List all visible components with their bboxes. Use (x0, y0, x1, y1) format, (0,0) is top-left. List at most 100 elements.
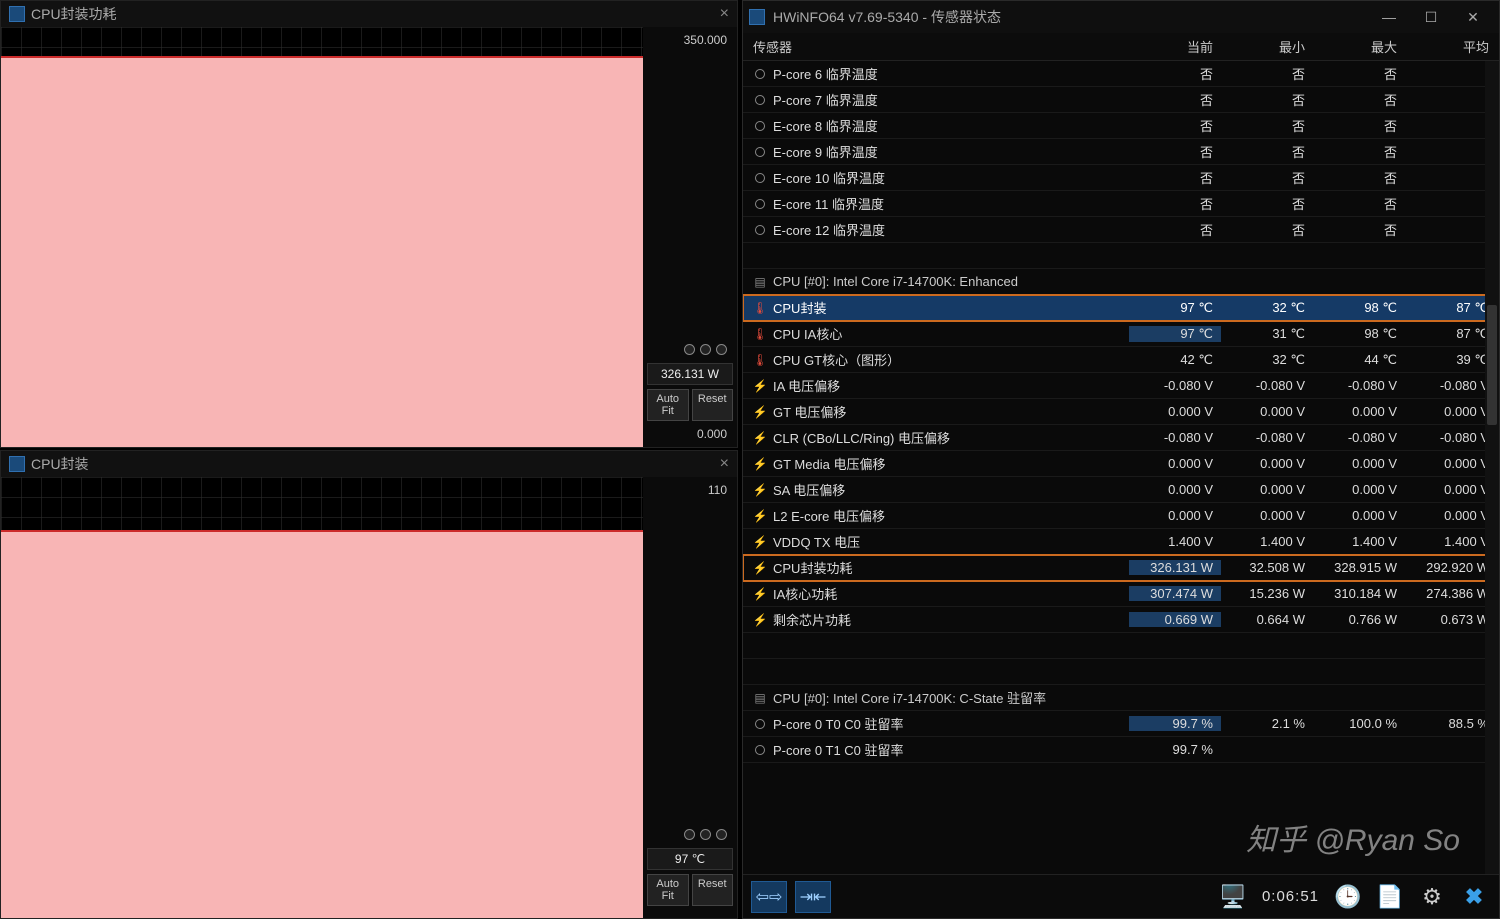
close-icon[interactable]: × (720, 5, 729, 23)
log-icon[interactable]: 📄 (1373, 881, 1407, 913)
val-current: -0.080 V (1131, 378, 1223, 393)
table-row[interactable]: ⚡CLR (CBo/LLC/Ring) 电压偏移-0.080 V-0.080 V… (743, 425, 1499, 451)
val-min: 否 (1223, 116, 1315, 135)
val-max: -0.080 V (1315, 378, 1407, 393)
col-min[interactable]: 最小 (1223, 37, 1315, 56)
val-current: 1.400 V (1131, 534, 1223, 549)
table-row[interactable]: E-core 11 临界温度否否否 (743, 191, 1499, 217)
clock-icon[interactable]: 🕒 (1331, 881, 1365, 913)
val-current: 否 (1131, 220, 1223, 239)
chip-icon: ▤ (753, 691, 767, 705)
table-row-blank (743, 633, 1499, 659)
table-row[interactable]: ⚡GT 电压偏移0.000 V0.000 V0.000 V0.000 V (743, 399, 1499, 425)
val-min: 0.664 W (1223, 612, 1315, 627)
table-row[interactable]: ⚡CPU封装功耗326.131 W32.508 W328.915 W292.92… (743, 555, 1499, 581)
table-row[interactable]: P-core 7 临界温度否否否 (743, 87, 1499, 113)
reset-button[interactable]: Reset (692, 389, 734, 421)
sensor-name: CPU [#0]: Intel Core i7-14700K: Enhanced (773, 274, 1018, 289)
graph-title[interactable]: CPU封装 × (1, 451, 737, 477)
lightning-icon: ⚡ (753, 613, 767, 627)
scrollbar-thumb[interactable] (1487, 305, 1497, 425)
val-current: 否 (1131, 194, 1223, 213)
table-header[interactable]: 传感器 当前 最小 最大 平均 (743, 33, 1499, 61)
marker-dot[interactable] (700, 829, 711, 840)
scrollbar[interactable] (1485, 61, 1499, 874)
lightning-icon: ⚡ (753, 379, 767, 393)
val-max: 否 (1315, 220, 1407, 239)
val-current: 99.7 % (1129, 716, 1221, 731)
lightning-icon: ⚡ (753, 483, 767, 497)
plot-area[interactable] (1, 477, 643, 918)
auto-fit-button[interactable]: Auto Fit (647, 389, 689, 421)
table-row[interactable]: 🌡CPU封装97 ℃32 ℃98 ℃87 ℃ (743, 295, 1499, 321)
maximize-button[interactable]: ☐ (1411, 4, 1451, 30)
lightning-icon: ⚡ (753, 509, 767, 523)
col-avg[interactable]: 平均 (1407, 37, 1499, 56)
val-min: 32.508 W (1223, 560, 1315, 575)
val-min: 0.000 V (1223, 456, 1315, 471)
table-row[interactable]: P-core 0 T0 C0 驻留率99.7 %2.1 %100.0 %88.5… (743, 711, 1499, 737)
lightning-icon: ⚡ (753, 587, 767, 601)
table-body[interactable]: P-core 6 临界温度否否否P-core 7 临界温度否否否E-core 8… (743, 61, 1499, 874)
sensor-name: L2 E-core 电压偏移 (773, 506, 885, 525)
nav-prev-button[interactable]: ⇦⇨ (751, 881, 787, 913)
table-row-section[interactable]: ▤CPU [#0]: Intel Core i7-14700K: Enhance… (743, 269, 1499, 295)
table-row[interactable]: ⚡VDDQ TX 电压1.400 V1.400 V1.400 V1.400 V (743, 529, 1499, 555)
table-row[interactable]: ⚡IA 电压偏移-0.080 V-0.080 V-0.080 V-0.080 V (743, 373, 1499, 399)
reset-button[interactable]: Reset (692, 874, 734, 906)
val-max: 0.000 V (1315, 482, 1407, 497)
graph-title[interactable]: CPU封装功耗 × (1, 1, 737, 27)
close-button[interactable]: ✕ (1453, 4, 1493, 30)
val-max: 0.000 V (1315, 508, 1407, 523)
table-row[interactable]: P-core 0 T1 C0 驻留率99.7 % (743, 737, 1499, 763)
titlebar[interactable]: HWiNFO64 v7.69-5340 - 传感器状态 ― ☐ ✕ (743, 1, 1499, 33)
monitor-icon[interactable]: 🖥️ (1216, 881, 1250, 913)
marker-dot[interactable] (716, 829, 727, 840)
marker-dot[interactable] (684, 829, 695, 840)
table-row[interactable]: ⚡GT Media 电压偏移0.000 V0.000 V0.000 V0.000… (743, 451, 1499, 477)
plot-area[interactable] (1, 27, 643, 447)
table-row[interactable]: E-core 10 临界温度否否否 (743, 165, 1499, 191)
table-row-section[interactable]: ▤CPU [#0]: Intel Core i7-14700K: C-State… (743, 685, 1499, 711)
val-current: 0.000 V (1131, 456, 1223, 471)
table-row[interactable]: 🌡CPU GT核心（图形）42 ℃32 ℃44 ℃39 ℃ (743, 347, 1499, 373)
table-row[interactable]: E-core 8 临界温度否否否 (743, 113, 1499, 139)
val-current: 0.669 W (1129, 612, 1221, 627)
settings-icon[interactable]: ⚙ (1415, 881, 1449, 913)
table-row[interactable]: 🌡CPU IA核心97 ℃31 ℃98 ℃87 ℃ (743, 321, 1499, 347)
close-icon[interactable]: × (720, 455, 729, 473)
table-row[interactable]: E-core 9 临界温度否否否 (743, 139, 1499, 165)
table-row[interactable]: ⚡SA 电压偏移0.000 V0.000 V0.000 V0.000 V (743, 477, 1499, 503)
marker-dot[interactable] (700, 344, 711, 355)
close-icon[interactable]: ✖ (1457, 881, 1491, 913)
val-current: 97 ℃ (1131, 300, 1223, 316)
val-min: 2.1 % (1223, 716, 1315, 731)
app-icon (749, 9, 765, 25)
col-max[interactable]: 最大 (1315, 37, 1407, 56)
val-current: 0.000 V (1131, 482, 1223, 497)
lightning-icon: ⚡ (753, 431, 767, 445)
col-current[interactable]: 当前 (1131, 37, 1223, 56)
marker-dot[interactable] (716, 344, 727, 355)
lightning-icon: ⚡ (753, 405, 767, 419)
col-sensor[interactable]: 传感器 (743, 37, 1131, 56)
val-max: 98 ℃ (1315, 300, 1407, 316)
table-row[interactable]: E-core 12 临界温度否否否 (743, 217, 1499, 243)
sensor-name: GT Media 电压偏移 (773, 454, 885, 473)
table-row[interactable]: ⚡IA核心功耗307.474 W15.236 W310.184 W274.386… (743, 581, 1499, 607)
series-markers (647, 825, 733, 844)
val-current: 否 (1131, 116, 1223, 135)
minimize-button[interactable]: ― (1369, 4, 1409, 30)
marker-dot[interactable] (684, 344, 695, 355)
table-row[interactable]: ⚡L2 E-core 电压偏移0.000 V0.000 V0.000 V0.00… (743, 503, 1499, 529)
auto-fit-button[interactable]: Auto Fit (647, 874, 689, 906)
nav-collapse-button[interactable]: ⇥⇤ (795, 881, 831, 913)
graph-title-text: CPU封装功耗 (31, 4, 117, 24)
sensor-name: P-core 7 临界温度 (773, 90, 878, 109)
table-row[interactable]: P-core 6 临界温度否否否 (743, 61, 1499, 87)
table-row[interactable]: ⚡剩余芯片功耗0.669 W0.664 W0.766 W0.673 W (743, 607, 1499, 633)
sensor-name: E-core 11 临界温度 (773, 194, 884, 213)
val-current: 99.7 % (1131, 742, 1223, 757)
table-row-blank (743, 659, 1499, 685)
status-icon (753, 717, 767, 731)
